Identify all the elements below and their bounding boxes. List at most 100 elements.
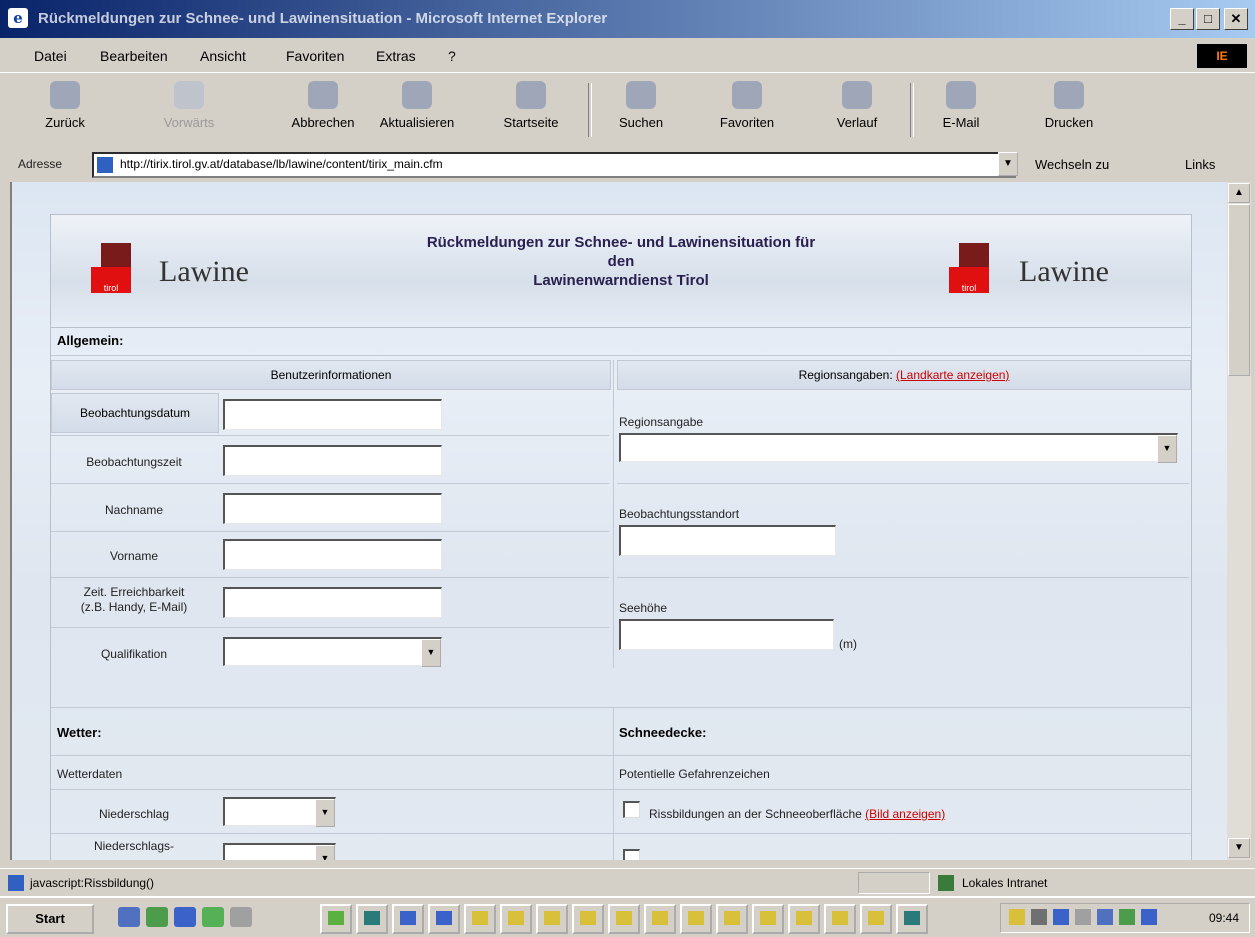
tray-icon[interactable] — [1119, 909, 1135, 925]
danger-sign-checkbox[interactable] — [623, 849, 640, 860]
security-zone: Lokales Intranet — [962, 876, 1048, 890]
tray-icon[interactable] — [1097, 909, 1113, 925]
taskbar-button[interactable] — [644, 904, 676, 934]
menu-bar: Datei Bearbeiten Ansicht Favoriten Extra… — [0, 38, 1255, 73]
section-general: Allgemein: — [57, 333, 124, 348]
windows-logo: IE — [1197, 44, 1247, 68]
address-bar: Adresse http://tirix.tirol.gv.at/databas… — [0, 147, 1255, 181]
taskbar-button[interactable] — [608, 904, 640, 934]
favorites-button[interactable]: Favoriten — [708, 81, 786, 130]
region-map-link[interactable]: (Landkarte anzeigen) — [896, 368, 1009, 382]
print-button[interactable]: Drucken — [1030, 81, 1108, 130]
taskbar-button[interactable] — [824, 904, 856, 934]
scroll-down-button[interactable]: ▼ — [1228, 838, 1250, 858]
altitude-unit: (m) — [839, 637, 857, 651]
chevron-down-icon[interactable]: ▼ — [1157, 435, 1177, 463]
stop-button[interactable]: Abbrechen — [284, 81, 362, 130]
location-label: Beobachtungsstandort — [619, 507, 740, 521]
window-title-bar: e Rückmeldungen zur Schnee- und Lawinens… — [0, 0, 1255, 38]
menu-help[interactable]: ? — [448, 48, 456, 64]
taskbar-button[interactable] — [752, 904, 784, 934]
page-icon — [97, 157, 113, 173]
menu-favoriten[interactable]: Favoriten — [286, 48, 344, 64]
maximize-button[interactable]: □ — [1196, 8, 1220, 30]
obs-date-input[interactable] — [223, 399, 442, 430]
start-button[interactable]: Start — [6, 904, 94, 934]
status-bar: javascript:Rissbildung() Lokales Intrane… — [0, 868, 1255, 897]
reachability-input[interactable] — [223, 587, 442, 618]
ie-icon[interactable]: e — [8, 8, 28, 28]
taskbar-button[interactable] — [356, 904, 388, 934]
back-button[interactable]: Zurück — [26, 81, 104, 130]
taskbar-button[interactable] — [788, 904, 820, 934]
scroll-thumb[interactable] — [1228, 204, 1250, 376]
tray-icon[interactable] — [1009, 909, 1025, 925]
mail-icon — [946, 81, 976, 109]
taskbar-button[interactable] — [536, 904, 568, 934]
chevron-down-icon[interactable]: ▼ — [315, 845, 335, 860]
firstname-input[interactable] — [223, 539, 442, 570]
clock[interactable]: 09:44 — [1209, 911, 1239, 925]
altitude-input[interactable] — [619, 619, 834, 650]
tray-icon[interactable] — [1031, 909, 1047, 925]
taskbar-button[interactable] — [428, 904, 460, 934]
scroll-up-button[interactable]: ▲ — [1228, 183, 1250, 203]
address-label: Adresse — [18, 157, 63, 171]
forward-button[interactable]: Vorwärts — [150, 81, 228, 130]
precip-select[interactable]: ▼ — [223, 797, 336, 827]
printer-icon — [1054, 81, 1084, 109]
address-input[interactable]: http://tirix.tirol.gv.at/database/lb/law… — [92, 152, 1016, 178]
minimize-button[interactable]: _ — [1170, 8, 1194, 30]
chevron-down-icon[interactable]: ▼ — [421, 639, 441, 667]
menu-ansicht[interactable]: Ansicht — [200, 48, 246, 64]
links-button[interactable]: Links — [1185, 157, 1215, 172]
lastname-input[interactable] — [223, 493, 442, 524]
vertical-scrollbar[interactable]: ▲ ▼ — [1227, 182, 1251, 860]
tray-icon[interactable] — [1053, 909, 1069, 925]
taskbar-button[interactable] — [392, 904, 424, 934]
page-viewport: tirol Lawine Rückmeldungen zur Schnee- u… — [10, 182, 1229, 860]
obs-time-label: Beobachtungszeit — [86, 455, 182, 469]
region-select[interactable]: ▼ — [619, 433, 1178, 463]
taskbar-button[interactable] — [860, 904, 892, 934]
quicklaunch-icon[interactable] — [202, 907, 224, 927]
qualification-label: Qualifikation — [100, 647, 168, 661]
location-input[interactable] — [619, 525, 836, 556]
taskbar-button[interactable] — [716, 904, 748, 934]
taskbar-button[interactable] — [896, 904, 928, 934]
menu-bearbeiten[interactable]: Bearbeiten — [100, 48, 168, 64]
taskbar-button[interactable] — [572, 904, 604, 934]
mail-button[interactable]: E-Mail — [922, 81, 1000, 130]
menu-datei[interactable]: Datei — [34, 48, 67, 64]
qualification-select[interactable]: ▼ — [223, 637, 442, 667]
obs-time-input[interactable] — [223, 445, 442, 476]
home-button[interactable]: Startseite — [492, 81, 570, 130]
taskbar-button[interactable] — [464, 904, 496, 934]
refresh-button[interactable]: Aktualisieren — [378, 81, 456, 130]
page-icon — [8, 875, 24, 891]
history-button[interactable]: Verlauf — [818, 81, 896, 130]
quicklaunch-icon[interactable] — [146, 907, 168, 927]
go-button[interactable]: Wechseln zu — [1035, 157, 1109, 172]
window-title: Rückmeldungen zur Schnee- und Lawinensit… — [38, 10, 608, 27]
taskbar-button[interactable] — [680, 904, 712, 934]
taskbar-button[interactable] — [500, 904, 532, 934]
taskbar-button[interactable] — [320, 904, 352, 934]
address-dropdown-button[interactable]: ▼ — [998, 152, 1018, 176]
surface-check-checkbox[interactable] — [623, 801, 640, 818]
search-button[interactable]: Suchen — [602, 81, 680, 130]
tray-icon[interactable] — [1141, 909, 1157, 925]
show-image-link[interactable]: (Bild anzeigen) — [865, 807, 945, 821]
history-icon — [842, 81, 872, 109]
section-snow: Schneedecke: — [619, 725, 707, 740]
lastname-label: Nachname — [104, 503, 164, 517]
ie-icon[interactable] — [174, 907, 196, 927]
close-button[interactable]: ✕ — [1224, 8, 1248, 30]
quicklaunch-icon[interactable] — [118, 907, 140, 927]
intranet-zone-icon — [938, 875, 954, 891]
tray-icon[interactable] — [1075, 909, 1091, 925]
quicklaunch-icon[interactable] — [230, 907, 252, 927]
chevron-down-icon[interactable]: ▼ — [315, 799, 335, 827]
precip-amount-select[interactable]: ▼ — [223, 843, 336, 860]
menu-extras[interactable]: Extras — [376, 48, 416, 64]
